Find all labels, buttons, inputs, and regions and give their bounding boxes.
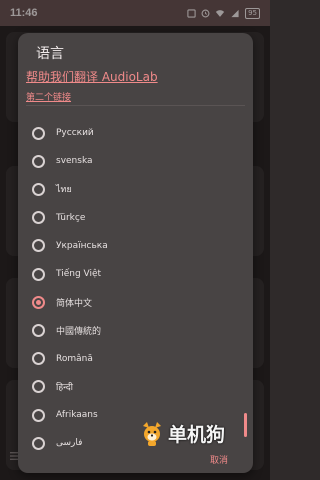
radio-unchecked-icon[interactable] [32,211,45,225]
dog-logo-icon [143,421,161,446]
language-option[interactable]: Русский [18,119,253,147]
divider [26,105,245,106]
watermark-text: 单机狗 [168,424,226,446]
language-option[interactable]: 中國傳統的 [18,316,253,344]
language-option[interactable]: 简体中文 [18,288,253,316]
radio-unchecked-icon[interactable] [32,239,45,253]
radio-unchecked-icon[interactable] [32,380,45,394]
language-label: ไทย [56,185,72,196]
cancel-button[interactable]: 取消 [210,453,228,466]
language-label: हिन्दी [56,383,74,394]
language-label: 简体中文 [56,298,93,309]
second-link[interactable]: 第二个链接 [26,90,71,103]
language-option[interactable]: Tiếng Việt [18,260,253,288]
language-option[interactable]: Українська [18,232,253,260]
language-option[interactable]: svenska [18,147,253,175]
radio-unchecked-icon[interactable] [32,126,45,140]
radio-unchecked-icon[interactable] [32,352,45,366]
radio-unchecked-icon[interactable] [32,323,45,337]
help-translate-link[interactable]: 帮助我们翻译 AudioLab [26,68,158,85]
language-option[interactable]: हिन्दी [18,373,253,401]
radio-unchecked-icon[interactable] [32,182,45,196]
language-label: 中國傳統的 [56,326,102,337]
radio-unchecked-icon[interactable] [32,267,45,281]
language-option[interactable]: Türkçe [18,204,253,232]
radio-unchecked-icon[interactable] [32,408,45,422]
language-label: Українська [56,240,108,251]
language-label: Tiếng Việt [56,269,102,279]
radio-unchecked-icon[interactable] [32,154,45,168]
radio-checked-icon[interactable] [32,295,45,309]
scrollbar[interactable] [244,413,247,437]
language-option[interactable]: Română [18,345,253,373]
language-dialog: 语言 帮助我们翻译 AudioLab 第二个链接 Русский svenska ไ… [18,33,253,473]
language-label: Türkçe [56,212,86,223]
language-label: Afrikaans [56,410,98,420]
dialog-title: 语言 [36,46,64,62]
watermark: 单机狗 [140,420,225,447]
language-label: Русский [56,128,94,138]
radio-unchecked-icon[interactable] [32,436,45,450]
language-option[interactable]: ไทย [18,175,253,203]
language-label: Română [56,353,93,364]
language-label: svenska [56,156,93,167]
language-label: فارسی [56,438,83,449]
